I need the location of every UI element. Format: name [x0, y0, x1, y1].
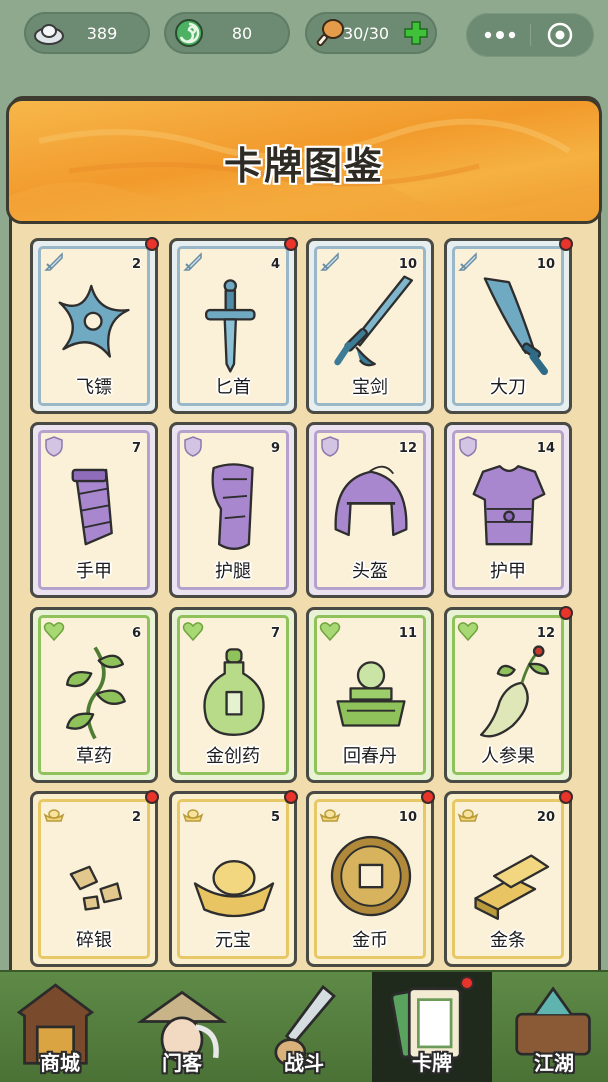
nav-label: 卡牌	[412, 1051, 452, 1075]
pill-icon	[336, 661, 406, 727]
resource-bar: 389 80 30/30	[0, 0, 608, 70]
new-indicator-dot	[145, 237, 159, 251]
dagger-icon	[204, 279, 256, 373]
nav-item[interactable]: 门客	[122, 972, 242, 1082]
card-count: 14	[536, 441, 555, 456]
card-item[interactable]: 12 头盔	[306, 422, 434, 598]
card-item[interactable]: 7 手甲	[30, 422, 158, 598]
card-item[interactable]: 10 大刀	[444, 237, 573, 414]
broadsword-icon	[483, 277, 548, 376]
card-item[interactable]: 2 碎银	[30, 790, 159, 967]
miniprogram-capsule	[466, 13, 594, 57]
card-name: 草药	[76, 746, 112, 767]
nav-item[interactable]: 战斗	[244, 972, 364, 1082]
silver-pieces-icon	[69, 865, 123, 911]
bottom-nav: 商城 门客 战斗 卡牌 江湖	[0, 970, 608, 1082]
card-count: 10	[536, 257, 555, 272]
card-item[interactable]: 20 金条	[444, 790, 573, 967]
yuanbao-icon	[193, 860, 275, 918]
card-count: 5	[270, 810, 280, 825]
card-name: 护腿	[215, 561, 251, 582]
new-indicator-dot	[284, 237, 298, 251]
close-miniprogram-icon[interactable]	[546, 21, 574, 49]
card-item[interactable]: 9 护腿	[169, 422, 297, 598]
nav-label: 江湖	[534, 1051, 574, 1075]
card-count: 10	[398, 257, 417, 272]
card-item[interactable]: 10 宝剑	[306, 238, 434, 414]
card-count: 7	[270, 626, 280, 641]
card-name: 飞镖	[76, 377, 112, 398]
new-indicator-dot	[421, 790, 435, 804]
card-item[interactable]: 5 元宝	[169, 790, 298, 967]
more-icon[interactable]	[482, 26, 518, 44]
card-count: 2	[131, 257, 141, 272]
card-count: 11	[398, 626, 417, 641]
add-stamina-icon[interactable]	[403, 20, 429, 46]
card-name: 人参果	[481, 746, 535, 767]
card-name: 宝剑	[352, 377, 388, 398]
nav-item[interactable]: 商城	[0, 972, 120, 1082]
card-count: 4	[270, 257, 280, 272]
silver-counter[interactable]: 389	[24, 12, 150, 54]
new-indicator-dot	[559, 237, 573, 251]
helmet-icon	[334, 465, 408, 537]
new-indicator-dot	[284, 790, 298, 804]
card-count: 12	[398, 441, 417, 456]
card-count: 7	[131, 441, 141, 456]
card-item[interactable]: 10 金币	[306, 790, 435, 967]
nav-item[interactable]: 卡牌	[372, 972, 492, 1082]
page-title: 卡牌图鉴	[223, 144, 384, 188]
stamina-counter[interactable]: 30/30	[305, 12, 437, 54]
nav-label: 商城	[40, 1051, 80, 1075]
card-count: 20	[536, 810, 555, 825]
card-name: 元宝	[215, 930, 251, 951]
shuriken-icon	[58, 284, 130, 358]
card-name: 护甲	[490, 561, 526, 582]
card-item[interactable]: 14 护甲	[444, 422, 572, 598]
card-item[interactable]: 12 人参果	[444, 606, 573, 783]
title-banner: 卡牌图鉴	[6, 98, 602, 224]
card-count: 2	[131, 810, 141, 825]
card-count: 10	[398, 810, 417, 825]
card-item[interactable]: 7 金创药	[169, 607, 297, 783]
new-indicator-dot	[559, 606, 573, 620]
card-name: 手甲	[76, 561, 112, 582]
card-name: 匕首	[215, 377, 251, 398]
bracer-icon	[71, 468, 113, 546]
jade-counter[interactable]: 80	[164, 12, 290, 54]
new-indicator-dot	[460, 976, 474, 990]
herb-icon	[65, 646, 126, 740]
greave-icon	[211, 463, 254, 551]
new-indicator-dot	[559, 790, 573, 804]
nav-item[interactable]: 江湖	[494, 972, 608, 1082]
card-count: 6	[131, 626, 141, 641]
gold-bar-icon	[474, 854, 550, 920]
card-count: 12	[536, 626, 555, 641]
card-item[interactable]: 4 匕首	[169, 237, 298, 414]
capsule-divider	[530, 24, 531, 46]
card-name: 回春丹	[343, 746, 397, 767]
nav-label: 战斗	[284, 1051, 324, 1075]
nav-label: 门客	[162, 1051, 202, 1075]
jade-value: 80	[231, 23, 253, 43]
new-indicator-dot	[145, 790, 159, 804]
card-name: 金条	[490, 930, 526, 951]
card-name: 金币	[352, 930, 388, 951]
card-item[interactable]: 2 飞镖	[30, 237, 159, 414]
gold-coin-icon	[330, 835, 412, 917]
card-name: 大刀	[490, 377, 526, 398]
card-name: 头盔	[352, 561, 388, 582]
armor-icon	[472, 465, 546, 546]
card-item[interactable]: 11 回春丹	[306, 607, 434, 783]
card-count: 9	[270, 441, 280, 456]
ginseng-icon	[479, 645, 550, 738]
card-name: 金创药	[206, 746, 260, 767]
card-name: 碎银	[76, 930, 112, 951]
sword-icon	[334, 275, 414, 367]
silver-value: 389	[86, 23, 118, 43]
card-item[interactable]: 6 草药	[30, 607, 158, 783]
potion-icon	[203, 648, 265, 736]
